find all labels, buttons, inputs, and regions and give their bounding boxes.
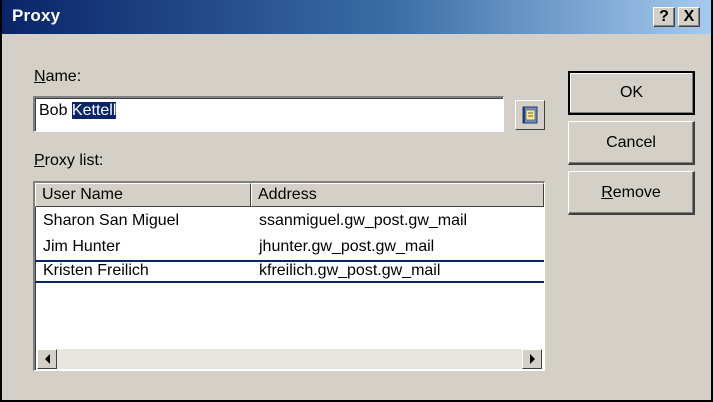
horizontal-scrollbar[interactable] [37, 349, 542, 369]
close-button[interactable]: X [678, 7, 700, 27]
name-label: Name: [34, 68, 82, 85]
scroll-left-button[interactable] [37, 349, 57, 369]
list-item[interactable]: Sharon San Miguel ssanmiguel.gw_post.gw_… [35, 210, 544, 233]
address-book-icon [522, 106, 538, 124]
proxy-list[interactable]: User Name Address Sharon San Miguel ssan… [33, 181, 545, 371]
title-bar[interactable]: Proxy ? X [2, 0, 711, 34]
remove-label: emove [612, 183, 661, 201]
column-header-address[interactable]: Address [251, 183, 544, 207]
window-title: Proxy [12, 6, 61, 25]
list-item-user-name: Kristen Freilich [43, 262, 149, 279]
proxy-dialog: Proxy ? X Name: Bob Kettell Proxy list: … [0, 0, 713, 402]
list-item-user-name: Sharon San Miguel [43, 212, 180, 229]
list-item-address: kfreilich.gw_post.gw_mail [259, 262, 441, 279]
remove-button[interactable]: Remove [568, 171, 695, 215]
column-header-user-name[interactable]: User Name [35, 183, 251, 207]
ok-button[interactable]: OK [568, 71, 695, 115]
name-input-selected-text: Kettell [71, 102, 117, 119]
name-input-text: Bob [39, 102, 72, 119]
list-item-address: ssanmiguel.gw_post.gw_mail [259, 212, 468, 229]
name-input[interactable]: Bob Kettell [33, 96, 504, 132]
list-item-user-name: Jim Hunter [43, 238, 121, 255]
list-item-focused[interactable]: Kristen Freilich kfreilich.gw_post.gw_ma… [35, 260, 544, 283]
list-item-address: jhunter.gw_post.gw_mail [259, 238, 435, 255]
scroll-right-button[interactable] [522, 349, 542, 369]
remove-mnemonic: R [601, 183, 613, 201]
help-button[interactable]: ? [653, 7, 675, 27]
arrow-right-icon [529, 354, 535, 364]
list-item[interactable]: Jim Hunter jhunter.gw_post.gw_mail [35, 236, 544, 259]
arrow-left-icon [44, 354, 50, 364]
address-book-button[interactable] [515, 100, 545, 130]
proxy-list-label: Proxy list: [34, 152, 104, 169]
cancel-button[interactable]: Cancel [568, 121, 695, 165]
